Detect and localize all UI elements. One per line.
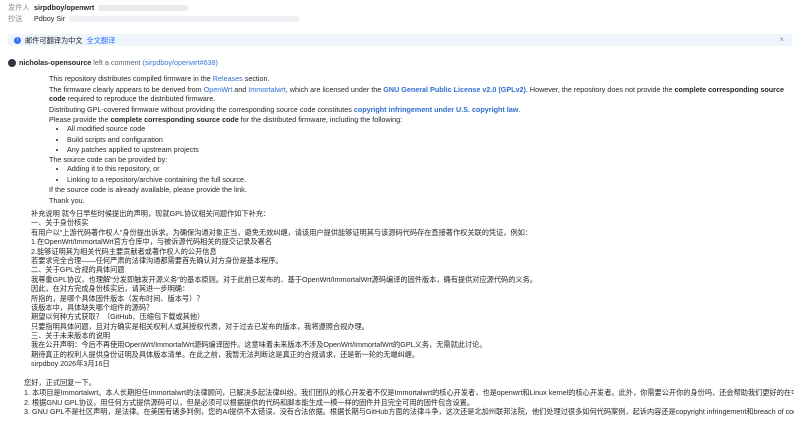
quoted-comment: This repository distributes compiled fir… [49, 74, 789, 206]
statement-line: 有用户以"上游代码著作权人"身份提出诉求。为确保沟通对象正当，避免无效纠缠，请该… [31, 227, 533, 237]
cc-row: 抄送 Pdboy Sir [8, 13, 800, 24]
statement-line: 期待真正的权利人提供身份证明及具体版本清单。在此之前，我暂无法判断这是真正的合规… [31, 349, 420, 359]
from-label: 发件人 [8, 3, 30, 12]
copyright-link[interactable]: copyright infringement under U.S. copyri… [354, 105, 519, 114]
statement-line: 二、关于GPL合规的具体问题 [31, 265, 125, 275]
statement-line: 2.能够证明其为相关代码主要贡献者或著作权人的公开信息 [31, 246, 217, 256]
comment-author[interactable]: nicholas-opensource [19, 58, 91, 67]
redacted-recipients [69, 15, 300, 22]
statement-line: 只要指明具体问题，且对方确实是相关权利人或其授权代表，对于过去已发布的版本，我将… [31, 321, 369, 331]
translate-text: 邮件可翻译为中文 [25, 35, 83, 45]
mail-header: 发件人 sirpdboy/openwrt 抄送 Pdboy Sir [0, 0, 800, 26]
quote-p1: This repository distributes compiled fir… [49, 74, 789, 83]
from-value[interactable]: sirpdboy/openwrt [34, 3, 94, 12]
statement-line: 所指的，是哪个具体固件版本（发布时间、版本号）？ [31, 293, 204, 303]
statement-line: 该版本中，具体缺失哪个组件的源码？ [31, 302, 154, 312]
comment-header: nicholas-opensource left a comment (sirp… [8, 58, 218, 67]
text: The firmware clearly appears to be deriv… [49, 84, 204, 94]
requirements-list: All modified source code Build scripts a… [49, 124, 789, 154]
reply-list: 1. 本项目是Immortalwrt。本人长期担任Immortalwrt的法律顾… [24, 388, 794, 417]
releases-link[interactable]: Releases [213, 74, 243, 83]
openwrt-link[interactable]: OpenWrt [204, 85, 233, 94]
reply-greeting: 您好，正式回复一下。 [24, 378, 96, 387]
cc-value[interactable]: Pdboy Sir [34, 14, 65, 23]
quote-p7: Thank you. [49, 195, 85, 205]
comment-action: left a comment [93, 58, 141, 67]
supplementary-statement: 补充说明 就今日早些时候提出的声明，现就GPL协议相关问题作如下补充： 一、关于… [31, 209, 771, 369]
close-icon[interactable]: × [779, 35, 784, 45]
gpl-link[interactable]: GNU General Public License v2.0 (GPLv2) [383, 85, 526, 94]
text: Please provide the [49, 115, 111, 125]
quote-p5: The source code can be provided by: [49, 155, 168, 165]
quote-p6: If the source code is already available,… [49, 184, 247, 194]
statement-line: 因此，在对方完成身份核实后，请其进一步明确： [31, 284, 190, 294]
text: section. [242, 74, 270, 83]
text: for the distributed firmware, including … [238, 115, 403, 125]
list-item: All modified source code [67, 124, 789, 133]
quote-p3: Distributing GPL-covered firmware withou… [49, 105, 789, 114]
cc-label: 抄送 [8, 14, 23, 23]
issue-ref-link[interactable]: (sirpdboy/openwrt#638) [142, 58, 218, 67]
statement-line: 期望以何种方式获取？（GitHub、压缩包下载或其他） [31, 312, 205, 322]
redacted-address [98, 4, 189, 11]
list-item: Build scripts and configuration [67, 135, 789, 144]
text: . [518, 104, 521, 114]
from-row: 发件人 sirpdboy/openwrt [8, 2, 800, 13]
info-icon: i [14, 36, 21, 44]
text: required to reproduce the distributed fi… [65, 93, 216, 103]
reply-item: 3. GNU GPL不是社区声明，是法律。在美国有诸多判例，您的AI提供不太错误… [24, 407, 794, 417]
reply-item: 1. 本项目是Immortalwrt。本人长期担任Immortalwrt的法律顾… [24, 388, 794, 397]
provide-options-list: Adding it to this repository, or Linking… [49, 164, 789, 183]
statement-line: 我尊重GPL协议，也理解"分发即触发开源义务"的基本原则。对于此前已发布的、基于… [31, 274, 537, 284]
statement-line: 若要求完全合理——任何严肃的法律沟通都需要首先确认对方身份是基本程序。 [31, 255, 283, 265]
text: and [232, 84, 249, 94]
statement-line: sirpdboy 2026年3月16日 [31, 359, 110, 369]
avatar [8, 58, 16, 67]
text: . However, the repository does not provi… [525, 84, 675, 94]
bold-text: complete corresponding source code [110, 115, 239, 125]
quote-p4: Please provide the complete correspondin… [49, 115, 789, 124]
statement-line: 一、关于身份核实 [31, 218, 89, 228]
text: , which are licensed under the [285, 84, 384, 94]
quote-p2: The firmware clearly appears to be deriv… [49, 85, 789, 103]
text: Distributing GPL-covered firmware withou… [49, 104, 354, 114]
reply-item: 2. 根据GNU GPL协议，用任何方式提供源码可以，但是必须可以根据提供的代码… [24, 397, 475, 407]
statement-line: 我在公开声明：今后不再使用OpenWrt/ImmortalWrt源码编译固件。这… [31, 340, 487, 350]
list-item: Adding it to this repository, or [67, 164, 789, 173]
statement-line: 三、关于未来版本的说明 [31, 331, 111, 341]
list-item: Any patches applied to upstream projects [67, 145, 789, 154]
translate-bar: i 邮件可翻译为中文 全文翻译 × [8, 34, 792, 46]
list-item: Linking to a repository/archive containi… [67, 175, 789, 184]
translate-full-link[interactable]: 全文翻译 [87, 36, 116, 45]
text: This repository distributes compiled fir… [49, 74, 213, 83]
statement-line: 补充说明 就今日早些时候提出的声明，现就GPL协议相关问题作如下补充： [31, 209, 271, 218]
immortalwrt-link[interactable]: Immortalwrt [248, 85, 286, 94]
statement-line: 1.在OpenWrt/ImmortalWrt官方仓库中，与被诉源代码相关的提交记… [31, 237, 272, 247]
